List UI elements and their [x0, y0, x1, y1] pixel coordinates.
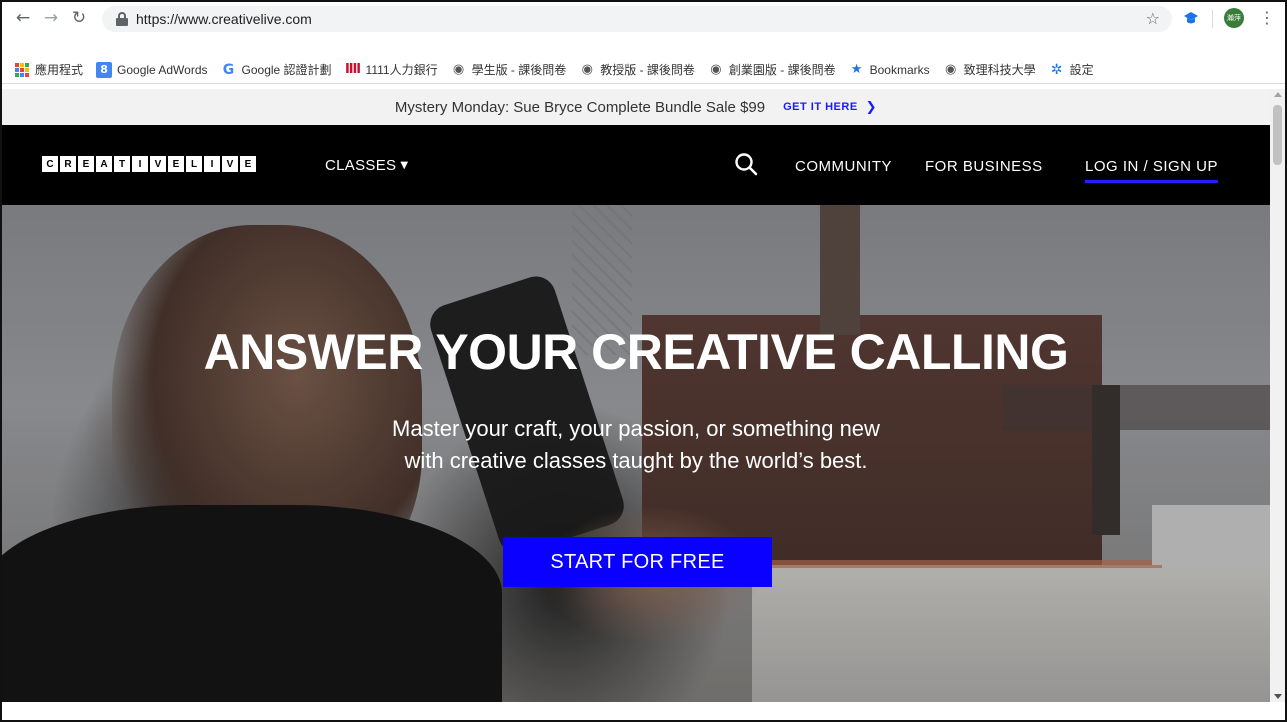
- hero-title: ANSWER YOUR CREATIVE CALLING: [203, 324, 1069, 380]
- logo-letter: I: [204, 156, 220, 172]
- browser-window: ← → ↻ https://www.creativelive.com ☆ 瀚萍 …: [0, 0, 1287, 722]
- logo-letter: L: [186, 156, 202, 172]
- bookmark-student-survey[interactable]: ◉ 學生版 - 課後問卷: [451, 61, 567, 78]
- bookmark-label: 致理科技大學: [963, 63, 1036, 77]
- chevron-down-icon: ▼: [400, 160, 409, 171]
- classes-dropdown[interactable]: CLASSES ▼: [325, 157, 408, 174]
- star-icon: ★: [850, 62, 863, 77]
- globe-icon: ◉: [452, 62, 465, 77]
- site-header: C R E A T I V E L I V E CLASSES ▼ COMMUN…: [2, 125, 1270, 205]
- bookmark-chihlee[interactable]: ◉ 致理科技大學: [943, 61, 1036, 78]
- forward-arrow-icon[interactable]: →: [40, 7, 62, 29]
- logo-letter: T: [114, 156, 130, 172]
- reload-icon[interactable]: ↻: [68, 7, 90, 29]
- toolbar-separator: [1212, 10, 1213, 28]
- chevron-right-icon: ❯: [865, 99, 878, 115]
- url-text[interactable]: https://www.creativelive.com: [136, 11, 312, 27]
- promo-cta-link[interactable]: GET IT HERE ❯: [783, 100, 877, 115]
- nav-for-business[interactable]: FOR BUSINESS: [925, 158, 1043, 175]
- kebab-menu-icon[interactable]: ⋮: [1259, 8, 1275, 27]
- 1111-icon: ⅡⅡ: [344, 62, 361, 77]
- globe-icon: ◉: [581, 62, 593, 77]
- google-icon: G: [222, 61, 235, 78]
- logo-letter: E: [168, 156, 184, 172]
- logo-letter: A: [96, 156, 112, 172]
- apps-grid-icon: [14, 62, 30, 78]
- bookmark-folder-bookmarks[interactable]: ★ Bookmarks: [849, 62, 930, 78]
- bookmark-google-cert[interactable]: G Google 認證計劃: [221, 61, 332, 78]
- lock-icon[interactable]: [116, 12, 128, 26]
- adwords-icon: 8: [96, 61, 113, 78]
- logo-letter: E: [78, 156, 94, 172]
- bookmark-1111[interactable]: ⅡⅡ 1111人力銀行: [345, 61, 438, 78]
- promo-text: Mystery Monday: Sue Bryce Complete Bundl…: [394, 98, 766, 116]
- bookmark-label: Google AdWords: [117, 62, 208, 77]
- logo-letter: I: [132, 156, 148, 172]
- bookmark-label: 教授版 - 課後問卷: [600, 63, 695, 77]
- bookmark-label: 學生版 - 課後問卷: [471, 63, 567, 77]
- promo-cta-label: GET IT HERE: [783, 101, 858, 113]
- bookmarks-bar: 應用程式 8 Google AdWords G Google 認證計劃 ⅡⅡ 1…: [2, 56, 1285, 84]
- bookmark-label: Bookmarks: [869, 62, 930, 77]
- nav-login-signup[interactable]: LOG IN / SIGN UP: [1085, 158, 1219, 183]
- logo-letter: E: [240, 156, 256, 172]
- start-for-free-button[interactable]: START FOR FREE: [503, 537, 772, 587]
- classes-label: CLASSES: [325, 157, 397, 174]
- bookmark-label: 應用程式: [35, 63, 84, 77]
- logo-letter: V: [150, 156, 166, 172]
- gear-icon: ✲: [1050, 61, 1063, 78]
- search-icon[interactable]: [734, 152, 758, 176]
- bookmark-label: 創業園版 - 課後問卷: [728, 63, 836, 77]
- back-arrow-icon[interactable]: ←: [12, 7, 34, 29]
- scroll-thumb[interactable]: [1273, 105, 1282, 165]
- hero-subtitle: Master your craft, your passion, or some…: [2, 413, 1270, 477]
- scroll-up-arrow-icon[interactable]: [1274, 92, 1282, 97]
- bookmark-settings[interactable]: ✲ 設定: [1049, 61, 1094, 78]
- bookmark-label: 設定: [1069, 63, 1094, 77]
- globe-icon: ◉: [710, 62, 722, 77]
- hero-subtitle-line: Master your craft, your passion, or some…: [392, 416, 880, 441]
- page-scrollbar[interactable]: [1270, 89, 1285, 702]
- hero-section: ANSWER YOUR CREATIVE CALLING Master your…: [2, 205, 1270, 702]
- bookmark-google-adwords[interactable]: 8 Google AdWords: [96, 61, 208, 78]
- logo-letter: C: [42, 156, 58, 172]
- profile-avatar[interactable]: 瀚萍: [1224, 8, 1244, 28]
- logo-letter: V: [222, 156, 238, 172]
- creativelive-logo[interactable]: C R E A T I V E L I V E: [42, 156, 256, 172]
- extension-icon[interactable]: [1182, 10, 1200, 28]
- hero-subtitle-line: with creative classes taught by the worl…: [404, 448, 868, 473]
- nav-community[interactable]: COMMUNITY: [795, 158, 892, 175]
- bookmark-label: Google 認證計劃: [241, 63, 332, 77]
- address-bar[interactable]: https://www.creativelive.com ☆: [102, 6, 1172, 32]
- promo-banner: Mystery Monday: Sue Bryce Complete Bundl…: [2, 89, 1270, 125]
- globe-icon: ◉: [944, 62, 957, 77]
- bookmark-star-icon[interactable]: ☆: [1146, 9, 1160, 28]
- bookmark-label: 1111人力銀行: [365, 63, 438, 77]
- browser-toolbar: ← → ↻ https://www.creativelive.com ☆ 瀚萍 …: [2, 2, 1285, 36]
- bookmark-startup-survey[interactable]: ◉ 創業園版 - 課後問卷: [708, 61, 836, 78]
- bookmark-professor-survey[interactable]: ◉ 教授版 - 課後問卷: [579, 61, 695, 78]
- logo-letter: R: [60, 156, 76, 172]
- bookmark-apps[interactable]: 應用程式: [14, 61, 83, 78]
- scroll-down-arrow-icon[interactable]: [1274, 694, 1282, 699]
